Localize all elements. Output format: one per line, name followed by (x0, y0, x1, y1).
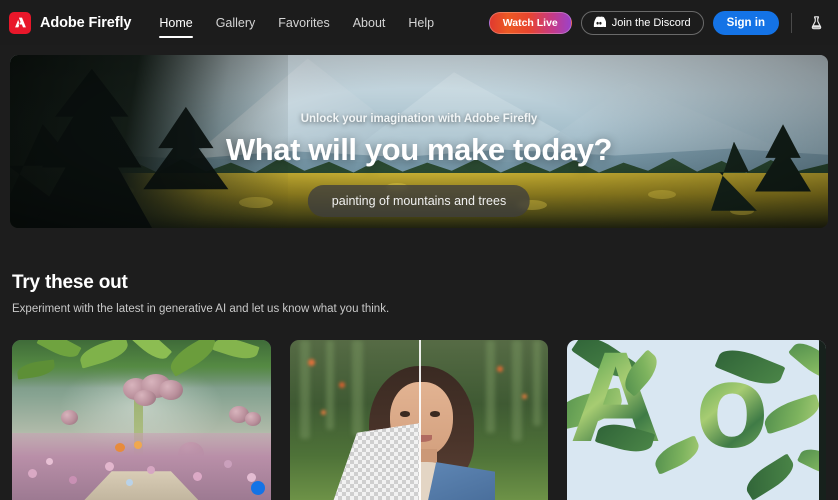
discord-icon (592, 15, 607, 30)
join-discord-button[interactable]: Join the Discord (580, 10, 704, 35)
header-divider (791, 12, 792, 33)
hero-prompt-pill[interactable]: painting of mountains and trees (307, 185, 531, 217)
hero-copy: Unlock your imagination with Adobe Firef… (10, 113, 828, 168)
portrait-background-card[interactable] (289, 340, 549, 500)
section-title: Try these out (12, 272, 128, 293)
leafy-text-effect-card[interactable]: A o (567, 340, 827, 500)
try-these-out-section: Try these out Experiment with the latest… (12, 272, 826, 315)
nav-item-favorites[interactable]: Favorites (278, 0, 329, 45)
header-actions: Watch Live Join the Discord Sign in (488, 10, 828, 35)
hero-title: What will you make today? (225, 132, 613, 167)
nav-item-home[interactable]: Home (159, 0, 194, 45)
nav-item-help[interactable]: Help (408, 0, 434, 45)
beaker-icon[interactable] (804, 11, 828, 35)
nav-item-gallery[interactable]: Gallery (216, 0, 256, 45)
join-discord-label: Join the Discord (611, 16, 691, 29)
hero-banner[interactable]: Unlock your imagination with Adobe Firef… (10, 55, 828, 228)
watch-live-button[interactable]: Watch Live (488, 11, 572, 34)
main-nav: Home Gallery Favorites About Help (159, 0, 434, 45)
app-header: Adobe Firefly Home Gallery Favorites Abo… (0, 0, 838, 45)
card-badge (250, 481, 265, 495)
sign-in-button[interactable]: Sign in (712, 10, 779, 35)
brand-name: Adobe Firefly (40, 14, 132, 31)
hero-eyebrow: Unlock your imagination with Adobe Firef… (300, 113, 538, 125)
fantasy-garden-card[interactable] (12, 340, 271, 500)
section-subtitle: Experiment with the latest in generative… (12, 303, 390, 315)
brand[interactable]: Adobe Firefly (9, 11, 132, 34)
feature-cards: A o (12, 340, 827, 500)
adobe-logo-icon (9, 11, 31, 34)
nav-item-about[interactable]: About (353, 0, 386, 45)
